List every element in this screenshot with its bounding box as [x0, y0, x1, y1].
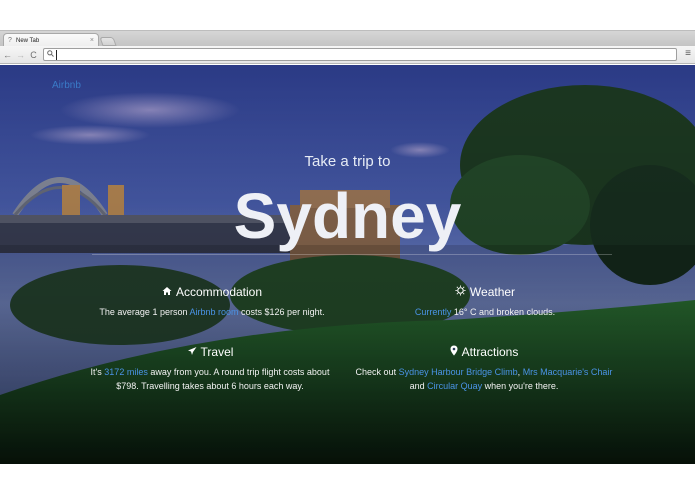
sun-icon — [455, 285, 466, 299]
accommodation-section: Accommodation The average 1 person Airbn… — [82, 285, 342, 319]
accommodation-text-after: costs $126 per night. — [241, 307, 325, 317]
attractions-text: Check out Sydney Harbour Bridge Climb, M… — [352, 365, 616, 393]
weather-text: Currently 16° C and broken clouds. — [380, 305, 590, 319]
accommodation-text: The average 1 person Airbnb room costs $… — [82, 305, 342, 319]
accommodation-heading: Accommodation — [82, 285, 342, 299]
menu-icon[interactable]: ≡ — [685, 48, 691, 59]
attractions-text-after: when you're there. — [484, 381, 559, 391]
back-button[interactable]: ← — [2, 48, 13, 62]
omnibox[interactable] — [43, 48, 677, 61]
home-icon — [162, 286, 172, 299]
weather-text-after: 16° C and broken clouds. — [453, 307, 556, 317]
accommodation-heading-text: Accommodation — [175, 285, 263, 299]
address-input[interactable] — [56, 49, 676, 60]
reload-button[interactable]: C — [28, 48, 39, 62]
airbnb-room-link[interactable]: Airbnb room — [189, 307, 238, 317]
accommodation-text-before: The average 1 person — [99, 307, 188, 317]
tab-new-tab[interactable]: ? New Tab × — [3, 33, 99, 47]
plane-icon — [187, 346, 197, 359]
travel-heading-text: Travel — [200, 345, 234, 359]
tab-close-icon[interactable]: × — [90, 37, 94, 44]
attractions-heading: Attractions — [352, 345, 616, 359]
search-icon — [47, 50, 56, 59]
tab-title: New Tab — [16, 37, 40, 44]
city-title: Sydney — [233, 180, 462, 252]
browser-window: ? New Tab × ← → C ≡ Airbnb Take a trip t… — [0, 30, 695, 464]
divider — [92, 254, 612, 255]
attractions-section: Attractions Check out Sydney Harbour Bri… — [352, 345, 616, 393]
travel-text-after: away from you. A round trip flight costs… — [116, 367, 330, 391]
map-marker-icon — [450, 345, 458, 359]
harbour-bridge-climb-link[interactable]: Sydney Harbour Bridge Climb — [399, 367, 518, 377]
browser-toolbar: ← → C ≡ — [0, 46, 695, 64]
attractions-text-before: Check out — [355, 367, 397, 377]
page-icon: ? — [8, 37, 12, 44]
forward-button[interactable]: → — [15, 48, 26, 62]
attractions-separator-and: and — [409, 381, 425, 391]
distance-link[interactable]: 3172 miles — [104, 367, 148, 377]
mrs-macquaries-chair-link[interactable]: Mrs Macquarie's Chair — [523, 367, 613, 377]
travel-section: Travel It's 3172 miles away from you. A … — [80, 345, 340, 393]
travel-heading: Travel — [80, 345, 340, 359]
travel-text-before: It's — [90, 367, 102, 377]
weather-section: Weather Currently 16° C and broken cloud… — [380, 285, 590, 319]
circular-quay-link[interactable]: Circular Quay — [427, 381, 482, 391]
weather-heading: Weather — [380, 285, 590, 299]
attractions-separator-comma: , — [517, 367, 521, 377]
dark-overlay — [0, 65, 695, 464]
weather-heading-text: Weather — [469, 285, 516, 299]
page-content: Airbnb Take a trip to Sydney Accommodati… — [0, 65, 695, 464]
hero-subtitle: Take a trip to — [304, 153, 391, 170]
new-tab-button[interactable] — [99, 37, 117, 46]
tab-strip: ? New Tab × — [0, 30, 695, 47]
airbnb-corner-link[interactable]: Airbnb — [52, 80, 81, 91]
attractions-heading-text: Attractions — [461, 345, 519, 359]
travel-text: It's 3172 miles away from you. A round t… — [80, 365, 340, 393]
currently-link[interactable]: Currently — [415, 307, 452, 317]
